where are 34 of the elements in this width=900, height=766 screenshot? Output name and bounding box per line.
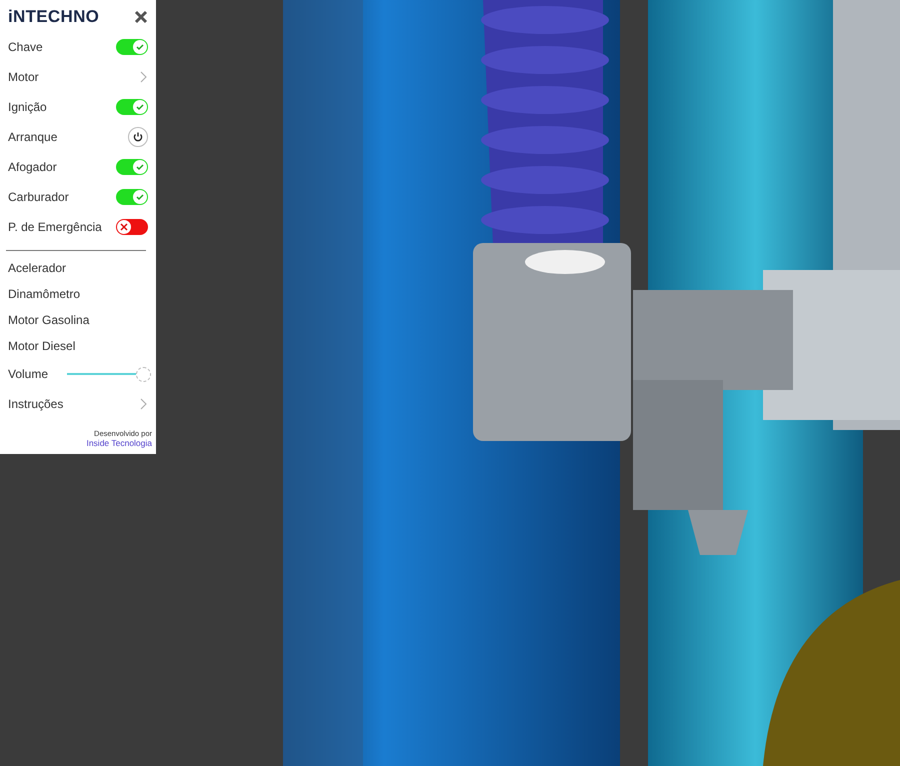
chevron-right-icon <box>138 397 148 411</box>
menu-item[interactable]: Motor <box>8 70 39 84</box>
menu-item[interactable]: Arranque <box>8 130 58 144</box>
submenu-button[interactable] <box>138 70 148 84</box>
volume-slider[interactable] <box>67 367 149 381</box>
power-button[interactable] <box>128 127 148 147</box>
power-icon <box>132 131 144 143</box>
chevron-right-icon <box>138 70 148 84</box>
close-icon[interactable] <box>134 10 148 24</box>
menu-item[interactable]: Motor Diesel <box>8 339 76 353</box>
menu-item[interactable]: Acelerador <box>8 261 66 275</box>
check-icon <box>135 42 145 52</box>
menu-item[interactable]: Afogador <box>8 160 57 174</box>
menu-item[interactable]: Chave <box>8 40 43 54</box>
toggle-switch[interactable] <box>116 39 148 55</box>
menu-item[interactable]: P. de Emergência <box>8 220 102 234</box>
menu-item[interactable]: Instruções <box>8 397 64 411</box>
check-icon <box>135 192 145 202</box>
menu-item[interactable]: Motor Gasolina <box>8 313 90 327</box>
logo: iNTECHNO <box>8 7 100 27</box>
slider-thumb[interactable] <box>136 367 151 382</box>
menu-item[interactable]: Ignição <box>8 100 47 114</box>
menu-item[interactable]: Carburador <box>8 190 69 204</box>
toggle-switch[interactable] <box>116 189 148 205</box>
submenu-button[interactable] <box>138 397 148 411</box>
menu-item[interactable]: Volume <box>8 367 48 381</box>
cross-icon <box>120 223 128 231</box>
menu-item[interactable]: Dinamômetro <box>8 287 80 301</box>
toggle-switch[interactable] <box>116 159 148 175</box>
check-icon <box>135 102 145 112</box>
toggle-switch[interactable] <box>116 219 148 235</box>
toggle-switch[interactable] <box>116 99 148 115</box>
credit-link[interactable]: Inside Tecnologia <box>86 438 152 448</box>
check-icon <box>135 162 145 172</box>
